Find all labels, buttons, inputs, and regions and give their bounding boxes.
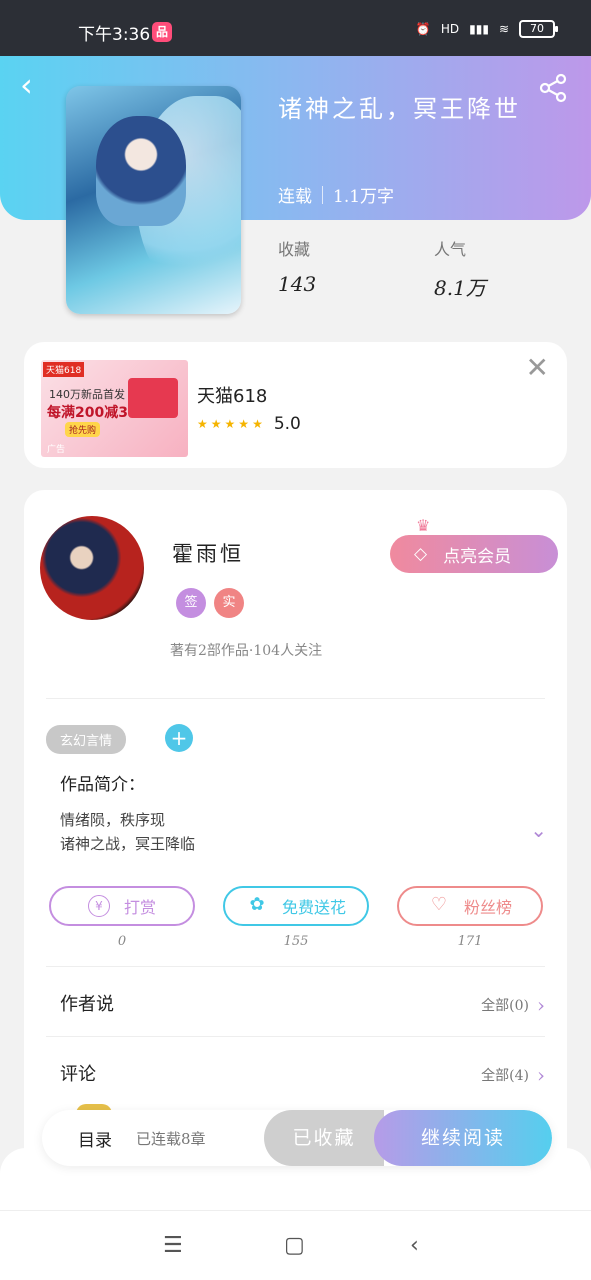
stat-label: 收藏	[278, 240, 311, 259]
ad-score: 5.0	[273, 414, 301, 434]
fans-rank-label: 粉丝榜	[463, 898, 512, 917]
divider	[46, 698, 545, 699]
ad-image-tag: 天猫618	[43, 362, 85, 377]
comments-more[interactable]: 全部(4) ›	[481, 1063, 545, 1087]
verified-badge: 实	[214, 588, 244, 618]
chapter-count: 已连载8章	[136, 1130, 206, 1148]
author-badges: 签 实	[176, 588, 244, 618]
divider	[46, 966, 545, 967]
ad-image-cta: 抢先购	[65, 422, 101, 437]
plus-icon[interactable]: +	[165, 724, 193, 752]
chevron-down-icon[interactable]: ⌄	[530, 818, 547, 842]
flower-count: 155	[283, 934, 309, 949]
tip-count: 0	[117, 934, 127, 949]
tip-label: 打赏	[123, 898, 156, 917]
comments-title: 评论	[60, 1064, 96, 1085]
diamond-icon: ◇	[414, 544, 428, 564]
send-flower-button[interactable]: ✿ 免费送花	[223, 886, 369, 926]
ad-title[interactable]: 天猫618	[197, 382, 267, 408]
ad-image-headline: 每满200减30	[47, 405, 138, 421]
divider	[46, 1036, 545, 1037]
book-title: 诸神之乱，冥王降世	[278, 95, 521, 123]
app-notification-icon: 品	[152, 22, 172, 42]
gift-box-image	[128, 378, 178, 418]
book-cover[interactable]	[66, 86, 241, 314]
toc-button[interactable]: 目录	[78, 1126, 112, 1151]
chevron-right-icon: ›	[537, 1063, 545, 1087]
ad-image-line: 140万新品首发	[49, 388, 125, 401]
yen-icon: ¥	[87, 895, 110, 917]
author-says-title: 作者说	[60, 994, 114, 1015]
book-word-count: 1.1万字	[333, 187, 395, 207]
fans-count: 171	[457, 934, 483, 949]
menu-icon[interactable]: ☰	[163, 1233, 183, 1258]
avatar[interactable]	[40, 516, 144, 620]
star-icon: ★	[210, 417, 222, 431]
bottom-action-bar: 目录 已连载8章 已收藏 继续阅读	[42, 1110, 552, 1166]
author-name[interactable]: 霍雨恒	[172, 538, 244, 568]
tip-button[interactable]: ¥ 打赏	[49, 886, 195, 926]
author-says-more[interactable]: 全部(0) ›	[481, 993, 545, 1017]
ad-label: 广告	[47, 445, 66, 455]
intro-line: 诸神之战，冥王降临	[60, 835, 196, 853]
alarm-icon: ⏰	[415, 22, 431, 36]
stat-label: 人气	[434, 240, 467, 259]
back-icon[interactable]: ‹	[20, 69, 50, 101]
intro-line: 情绪陨，秩序现	[60, 811, 166, 829]
send-flower-label: 免费送花	[281, 898, 346, 917]
status-icons: ⏰ HD ▮▮▮ ≋ 70	[415, 20, 558, 38]
comments-all: 全部(4)	[481, 1068, 529, 1084]
crown-icon: ♛	[416, 516, 431, 535]
battery-icon: 70	[519, 20, 558, 38]
hd-signal-icon: HD	[440, 22, 460, 36]
intro-text: 情绪陨，秩序现 诸神之战，冥王降临	[60, 808, 195, 856]
status-time: 下午3:36	[78, 25, 151, 45]
intro-label: 作品简介：	[60, 775, 145, 795]
ad-rating: ★ ★ ★ ★ ★ 5.0	[197, 414, 301, 434]
book-meta: 连载 1.1万字	[278, 182, 394, 207]
stat-favorites: 收藏 143	[278, 236, 316, 296]
star-icon: ★	[238, 417, 250, 431]
stat-popularity: 人气 8.1万	[434, 236, 486, 301]
stat-value: 8.1万	[434, 276, 486, 300]
action-row: ¥ 打赏 ✿ 免费送花 ♡ 粉丝榜	[49, 886, 543, 926]
fans-rank-button[interactable]: ♡ 粉丝榜	[397, 886, 543, 926]
star-icon: ★	[197, 417, 208, 431]
book-status: 连载	[278, 187, 312, 207]
signal-icon: ▮▮▮	[469, 22, 489, 36]
vip-button-label: 点亮会员	[443, 546, 512, 567]
ad-image[interactable]: 天猫618 140万新品首发 每满200减30 抢先购 广告	[41, 360, 188, 457]
status-bar: 下午3:36 品 ⏰ HD ▮▮▮ ≋ 70	[0, 0, 591, 56]
flower-icon: ✿	[249, 894, 265, 915]
chevron-right-icon: ›	[537, 993, 545, 1017]
signed-badge: 签	[176, 588, 206, 618]
author-info: 著有2部作品·104人关注	[170, 643, 323, 659]
ad-card[interactable]: 天猫618 140万新品首发 每满200减30 抢先购 广告 天猫618 ★ ★…	[24, 342, 567, 468]
system-nav-bar: ☰ ▢ ‹	[0, 1210, 591, 1280]
collected-button[interactable]: 已收藏	[264, 1110, 384, 1166]
cover-figure	[96, 116, 186, 226]
back-nav-icon[interactable]: ‹	[410, 1233, 419, 1258]
star-icon: ★	[224, 417, 236, 431]
genre-tag[interactable]: 玄幻言情	[46, 725, 127, 754]
author-says-all: 全部(0)	[481, 998, 529, 1014]
stat-value: 143	[278, 272, 317, 296]
vip-button[interactable]: ◇ 点亮会员	[390, 535, 558, 573]
continue-reading-button[interactable]: 继续阅读	[374, 1110, 552, 1166]
meta-divider	[322, 185, 323, 204]
fans-icon: ♡	[430, 894, 448, 915]
wifi-icon: ≋	[498, 22, 509, 36]
close-icon[interactable]: ✕	[526, 354, 549, 382]
star-icon: ★	[252, 417, 263, 431]
home-icon[interactable]: ▢	[284, 1233, 305, 1258]
